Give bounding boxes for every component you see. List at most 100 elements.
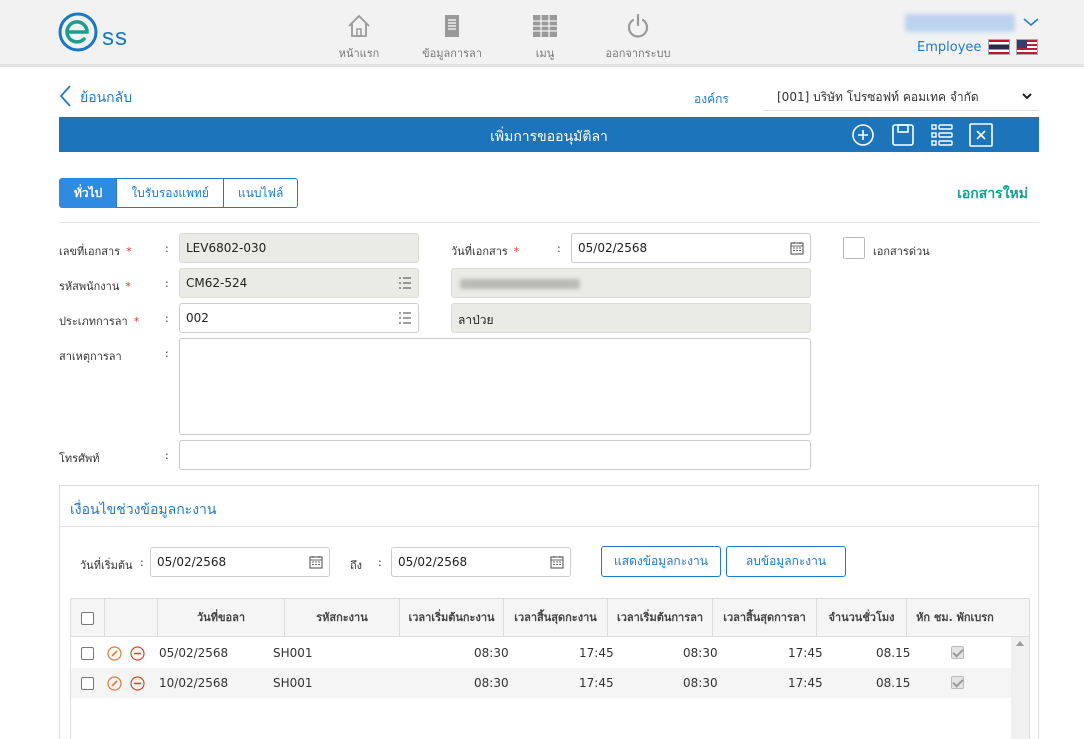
tab-medical-certificate[interactable]: ใบรับรองแพทย์ xyxy=(116,178,224,208)
doc-no-value: LEV6802-030 xyxy=(186,241,267,255)
power-icon xyxy=(627,13,649,38)
delete-shift-button[interactable]: ลบข้อมูลกะงาน xyxy=(726,546,846,577)
form-tabs: ทั่วไป ใบรับรองแพทย์ แนบไฟล์ xyxy=(59,178,299,208)
col-leave-end[interactable]: เวลาสิ้นสุดการลา xyxy=(713,599,817,637)
add-icon[interactable] xyxy=(851,123,875,147)
start-date-value: 05/02/2568 xyxy=(157,555,227,569)
nav-home-label: หน้าแรก xyxy=(338,47,380,60)
nav-home[interactable]: หน้าแรก xyxy=(336,12,382,62)
start-date-label: วันที่เริ่มต้น xyxy=(80,559,133,572)
role-label: Employee xyxy=(917,40,982,55)
tab-attachments[interactable]: แนบไฟล์ xyxy=(222,178,299,208)
lookup-list-icon[interactable] xyxy=(398,311,412,325)
employee-label-text: รหัสพนักงาน xyxy=(59,280,120,293)
doc-no-field[interactable]: LEV6802-030 xyxy=(179,233,419,263)
start-date-field[interactable]: 05/02/2568 xyxy=(150,547,330,577)
row-shift-code: SH001 xyxy=(273,676,313,690)
edit-icon[interactable] xyxy=(107,676,122,691)
colon: : xyxy=(165,242,169,255)
row-date: 10/02/2568 xyxy=(159,676,229,690)
thai-flag-icon[interactable] xyxy=(988,39,1010,55)
ess-logo[interactable]: ss xyxy=(58,10,140,58)
col-deduct-break[interactable]: หัก ชม. พักเบรก xyxy=(907,599,1003,637)
scroll-up-icon[interactable] xyxy=(1016,641,1024,646)
select-all-cell xyxy=(71,599,105,637)
nav-menu[interactable]: เมนู xyxy=(530,12,560,62)
nav-leave-info-label: ข้อมูลการลา xyxy=(422,47,482,60)
colon: : xyxy=(378,556,382,569)
col-hours[interactable]: จำนวนชั่วโมง xyxy=(817,599,907,637)
colon: : xyxy=(165,277,169,290)
leave-type-name: ลาป่วย xyxy=(458,313,494,327)
col-shift-start[interactable]: เวลาเริ่มต้นกะงาน xyxy=(400,599,504,637)
col-leave-start[interactable]: เวลาเริ่มต้นการลา xyxy=(608,599,713,637)
row-checkbox[interactable] xyxy=(81,647,94,660)
chevron-down-icon[interactable] xyxy=(1022,16,1040,28)
row-checkbox[interactable] xyxy=(81,677,94,690)
edit-icon[interactable] xyxy=(107,646,122,661)
row-leave-start: 08:30 xyxy=(683,676,718,690)
row-leave-end: 17:45 xyxy=(788,646,823,660)
col-shift-end[interactable]: เวลาสิ้นสุดกะงาน xyxy=(504,599,608,637)
close-icon[interactable] xyxy=(969,123,993,147)
col-leave-date[interactable]: วันที่ขอลา xyxy=(158,599,285,637)
row-deduct-break-checkbox xyxy=(951,676,964,689)
row-shift-code: SH001 xyxy=(273,646,313,660)
tab-general[interactable]: ทั่วไป xyxy=(59,178,118,208)
grid-menu-icon xyxy=(533,15,557,37)
row-leave-start: 08:30 xyxy=(683,646,718,660)
colon: : xyxy=(557,242,561,255)
leave-type-name-field: ลาป่วย xyxy=(451,303,811,333)
org-select[interactable]: [001] บริษัท โปรซอฟท์ คอมเทค จำกัด xyxy=(763,81,1039,111)
leave-type-field[interactable]: 002 xyxy=(179,303,419,333)
list-icon[interactable] xyxy=(930,123,954,147)
col-shift-code[interactable]: รหัสกะงาน xyxy=(285,599,400,637)
remove-icon[interactable] xyxy=(130,676,145,691)
new-document-label: เอกสารใหม่ xyxy=(957,186,1028,202)
calendar-icon[interactable] xyxy=(550,555,564,569)
required-marker: * xyxy=(133,315,140,328)
end-date-field[interactable]: 05/02/2568 xyxy=(391,547,571,577)
reason-textarea[interactable] xyxy=(179,338,811,435)
required-marker: * xyxy=(125,280,131,293)
doc-date-field[interactable]: 05/02/2568 xyxy=(571,233,811,263)
row-hours: 08.15 xyxy=(876,676,911,690)
nav-leave-info[interactable]: ข้อมูลการลา xyxy=(420,12,484,62)
leave-type-label: ประเภทการลา * xyxy=(59,312,139,330)
grid-scrollbar[interactable] xyxy=(1011,637,1029,739)
chevron-left-icon xyxy=(59,85,71,107)
actions-header xyxy=(105,599,158,637)
colon: : xyxy=(140,556,144,569)
doc-no-label-text: เลขที่เอกสาร xyxy=(59,245,121,258)
urgent-checkbox[interactable] xyxy=(843,237,865,259)
row-deduct-break-checkbox xyxy=(951,646,964,659)
employee-field[interactable]: CM62-524 xyxy=(179,268,419,298)
row-shift-start: 08:30 xyxy=(474,676,509,690)
nav-menu-label: เมนู xyxy=(535,47,555,60)
colon: : xyxy=(165,312,169,325)
employee-value: CM62-524 xyxy=(186,276,248,290)
select-all-checkbox[interactable] xyxy=(81,612,94,625)
user-name-blurred[interactable] xyxy=(905,14,1015,32)
us-flag-icon[interactable] xyxy=(1016,39,1038,55)
leave-type-value: 002 xyxy=(186,311,209,325)
show-shift-button[interactable]: แสดงข้อมูลกะงาน xyxy=(601,546,721,577)
colon: : xyxy=(165,449,169,462)
table-row[interactable]: 10/02/2568 SH001 08:30 17:45 08:30 17:45… xyxy=(71,668,1011,698)
row-date: 05/02/2568 xyxy=(159,646,229,660)
lookup-list-icon[interactable] xyxy=(398,276,412,290)
urgent-label: เอกสารด่วน xyxy=(873,245,930,258)
phone-field[interactable] xyxy=(179,440,811,470)
required-marker: * xyxy=(513,245,520,258)
nav-logout[interactable]: ออกจากระบบ xyxy=(604,12,672,62)
table-row[interactable]: 05/02/2568 SH001 08:30 17:45 08:30 17:45… xyxy=(71,638,1011,668)
remove-icon[interactable] xyxy=(130,646,145,661)
nav-logout-label: ออกจากระบบ xyxy=(605,47,671,60)
required-marker: * xyxy=(126,245,132,258)
calendar-icon[interactable] xyxy=(790,241,804,255)
shift-grid: วันที่ขอลา รหัสกะงาน เวลาเริ่มต้นกะงาน เ… xyxy=(70,598,1030,739)
save-icon[interactable] xyxy=(891,123,915,147)
calendar-icon[interactable] xyxy=(309,555,323,569)
org-select-value: [001] บริษัท โปรซอฟท์ คอมเทค จำกัด xyxy=(777,90,979,104)
doc-no-label: เลขที่เอกสาร * xyxy=(59,242,132,260)
